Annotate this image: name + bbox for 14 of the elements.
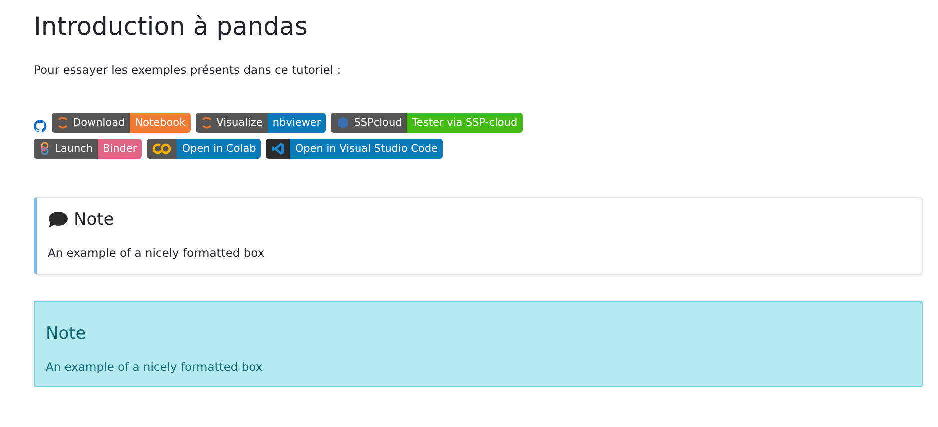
blob-icon — [336, 116, 350, 130]
speech-bubble-icon — [48, 211, 68, 229]
intro-text: Pour essayer les exemples présents dans ce tutoriel : — [34, 63, 342, 77]
jupyter-icon — [200, 116, 213, 130]
note-body: An example of a nicely formatted box — [46, 360, 264, 374]
colab-icon — [152, 143, 172, 155]
vscode-icon — [271, 142, 286, 156]
note-title: Note — [74, 210, 114, 230]
github-icon[interactable] — [34, 120, 47, 133]
note-body: An example of a nicely formatted box — [48, 246, 266, 260]
jupyter-icon — [57, 116, 69, 130]
page-title: Introduction à pandas — [34, 12, 309, 41]
note-title: Note — [46, 324, 86, 344]
binder-icon — [39, 142, 51, 156]
